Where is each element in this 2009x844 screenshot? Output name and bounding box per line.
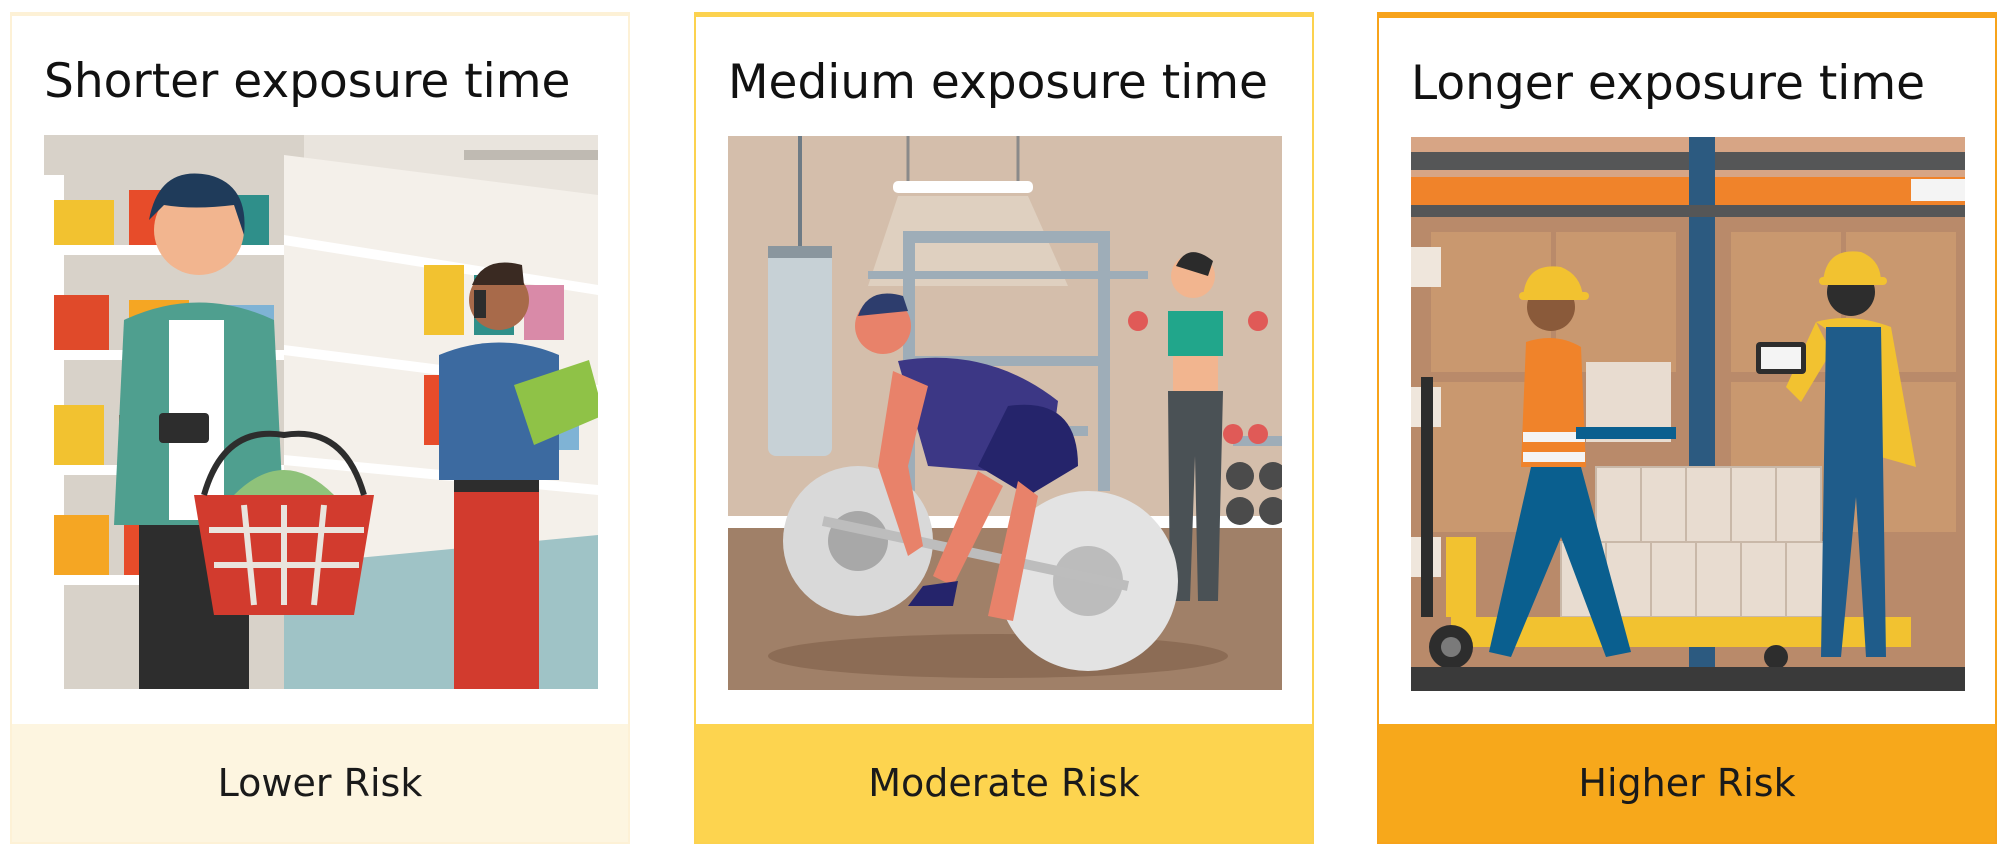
gym-illustration <box>728 136 1282 690</box>
risk-label: Lower Risk <box>217 761 423 805</box>
card-shorter-exposure: Shorter exposure time Lower Risk <box>10 12 630 844</box>
card-longer-exposure: Longer exposure time Higher Risk <box>1377 12 1997 844</box>
card-title: Longer exposure time <box>1411 56 1926 111</box>
warehouse-illustration <box>1411 137 1965 691</box>
card-medium-exposure: Medium exposure time Moderate Risk <box>694 12 1314 844</box>
grocery-store-illustration <box>44 135 598 689</box>
card-title: Shorter exposure time <box>44 54 571 109</box>
risk-footer: Higher Risk <box>1379 724 1995 842</box>
card-title: Medium exposure time <box>728 55 1268 110</box>
risk-footer: Lower Risk <box>12 724 628 842</box>
risk-label: Higher Risk <box>1578 761 1796 805</box>
risk-label: Moderate Risk <box>868 761 1140 805</box>
exposure-risk-cards: Shorter exposure time Lower Risk Medium … <box>0 0 2009 844</box>
risk-footer: Moderate Risk <box>696 724 1312 842</box>
